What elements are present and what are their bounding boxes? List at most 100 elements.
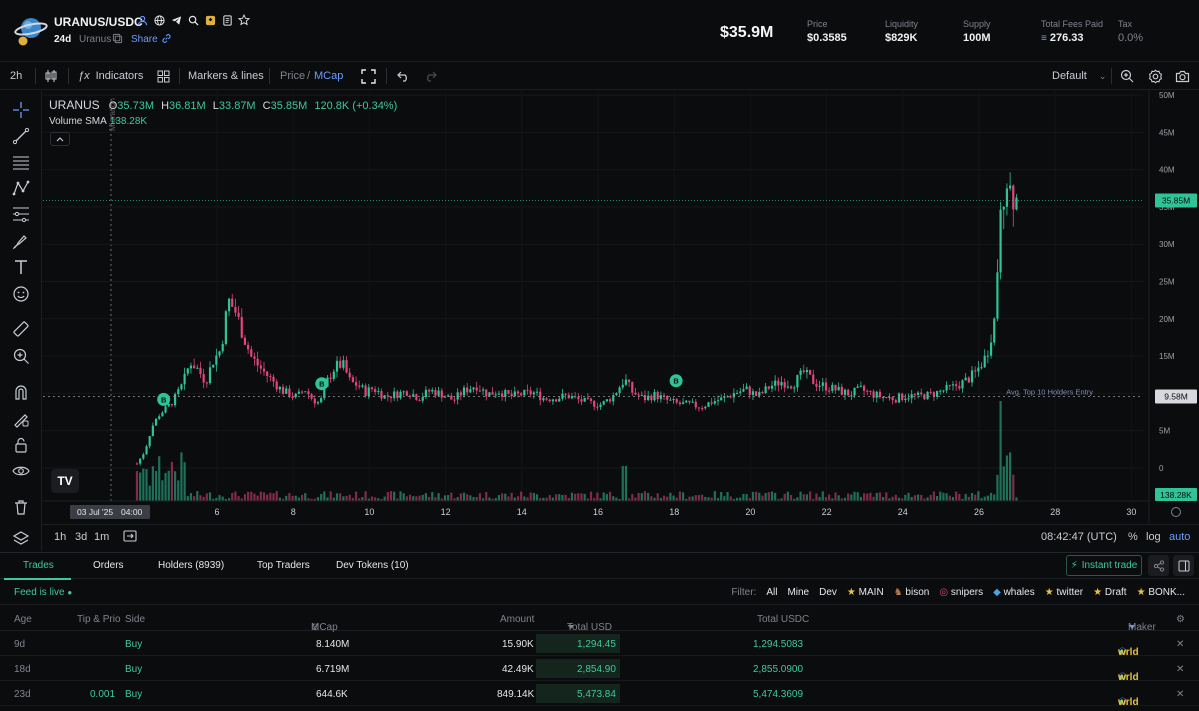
copy-icon[interactable]: [112, 33, 123, 44]
utc-clock[interactable]: 08:42:47 (UTC): [1041, 531, 1117, 543]
tab-dev-tokens[interactable]: Dev Tokens (10): [336, 560, 409, 571]
volume-bar: [907, 492, 910, 501]
star-icon[interactable]: [238, 14, 250, 26]
zoom-in-icon[interactable]: [11, 346, 31, 366]
layouts-icon[interactable]: [157, 62, 170, 90]
telegram-icon[interactable]: [170, 14, 182, 26]
tab-orders[interactable]: Orders: [93, 560, 124, 571]
eye-icon[interactable]: [11, 461, 31, 481]
magnet-icon[interactable]: [11, 382, 31, 402]
col-age[interactable]: Age: [14, 614, 32, 625]
close-icon[interactable]: ✕: [1176, 639, 1184, 650]
volume-bar: [466, 494, 469, 501]
globe-icon[interactable]: [153, 14, 165, 26]
trash-icon[interactable]: [11, 497, 31, 517]
candle-body: [377, 391, 380, 393]
log-toggle[interactable]: log: [1146, 531, 1161, 543]
candle-body: [437, 390, 440, 396]
date-range-icon[interactable]: [123, 529, 137, 546]
tab-top-traders[interactable]: Top Traders: [257, 560, 310, 571]
binance-icon[interactable]: [204, 14, 216, 26]
star-icon: ★: [846, 587, 856, 598]
volume-bar: [767, 492, 770, 501]
candle-body: [850, 395, 853, 397]
horizontal-lines-icon[interactable]: [11, 152, 31, 172]
volume-bar: [704, 496, 707, 501]
lock-icon[interactable]: [11, 435, 31, 455]
ruler-icon[interactable]: [11, 319, 31, 339]
candle-body: [748, 386, 751, 395]
instant-trade-button[interactable]: ⚡ Instant trade: [1066, 555, 1142, 576]
candle-body: [847, 389, 850, 396]
price-chart[interactable]: Migration 50M45M40M35M30M25M20M15M10M5M0…: [43, 91, 1199, 523]
layers-icon[interactable]: [11, 529, 31, 549]
filter-main[interactable]: ★ MAIN: [847, 587, 884, 598]
table-row[interactable]: 9d Buy 8.140M 15.90K 1,294.45 1,294.5083…: [0, 631, 1199, 658]
user-icon[interactable]: [136, 14, 148, 26]
volume-bar: [399, 491, 402, 501]
col-amount[interactable]: Amount: [500, 614, 534, 625]
table-row[interactable]: 18d Buy 6.719M 42.49K 2,854.90 2,855.090…: [0, 656, 1199, 683]
share-link[interactable]: Share: [131, 34, 158, 45]
timeframe-3d[interactable]: 3d: [75, 531, 87, 543]
camera-icon[interactable]: [1175, 62, 1190, 90]
percent-toggle[interactable]: %: [1128, 531, 1138, 543]
tab-trades[interactable]: Trades: [23, 560, 54, 571]
fib-retracement-icon[interactable]: [11, 204, 31, 224]
candle-body: [755, 391, 758, 396]
share-nodes-icon[interactable]: [1148, 555, 1169, 576]
table-row[interactable]: 23d 0.001 Buy 644.6K 849.14K 5,473.84 5,…: [0, 681, 1199, 708]
buy-marker-label: B: [319, 380, 325, 389]
crosshair-icon[interactable]: [11, 100, 31, 120]
price-toggle[interactable]: Price: [280, 62, 305, 90]
filter-twitter[interactable]: ★ twitter: [1045, 587, 1083, 598]
col-total-usdc[interactable]: Total USDC: [757, 614, 809, 625]
layout-select[interactable]: Default ⌄: [1052, 62, 1106, 90]
panel-toggle-icon[interactable]: [1173, 555, 1194, 576]
filter-bison[interactable]: ♞ bison: [894, 587, 930, 598]
auto-toggle[interactable]: auto: [1169, 531, 1190, 543]
candle-body: [478, 390, 481, 392]
close-icon[interactable]: ✕: [1176, 689, 1184, 700]
filter-bonk[interactable]: ★ BONK...: [1137, 587, 1185, 598]
volume-bar: [532, 492, 535, 501]
emoji-icon[interactable]: [11, 284, 31, 304]
close-icon[interactable]: ✕: [1176, 664, 1184, 675]
search-icon[interactable]: [187, 14, 199, 26]
interval-button[interactable]: 2h: [10, 62, 22, 90]
stat-value-fees: ≡ 276.33: [1041, 32, 1103, 44]
brush-icon[interactable]: [11, 231, 31, 251]
fullscreen-icon[interactable]: [361, 62, 376, 90]
zoom-search-icon[interactable]: [1120, 62, 1134, 90]
document-icon[interactable]: [221, 14, 233, 26]
candle-type-icon[interactable]: [45, 62, 57, 90]
tab-holders[interactable]: Holders (8939): [158, 560, 224, 571]
indicators-button[interactable]: ƒx Indicators: [78, 62, 143, 90]
filter-dev[interactable]: Dev: [819, 587, 837, 598]
filter-snipers[interactable]: ◎ snipers: [939, 587, 983, 598]
text-tool-icon[interactable]: [11, 257, 31, 277]
settings-gear-icon[interactable]: [1148, 62, 1163, 90]
mcap-toggle[interactable]: MCap: [314, 62, 343, 90]
candle-body: [564, 393, 567, 395]
trend-line-icon[interactable]: [11, 126, 31, 146]
timeframe-1h[interactable]: 1h: [54, 531, 66, 543]
col-side[interactable]: Side: [125, 614, 145, 625]
link-icon[interactable]: [161, 33, 172, 44]
col-tip[interactable]: Tip & Prio: [77, 614, 121, 625]
lock-drawing-icon[interactable]: [11, 409, 31, 429]
redo-icon[interactable]: [424, 62, 437, 90]
volume-bar: [742, 493, 745, 501]
filter-mine[interactable]: Mine: [787, 587, 809, 598]
filter-draft[interactable]: ★ Draft: [1093, 587, 1126, 598]
markers-lines-button[interactable]: Markers & lines: [188, 62, 264, 90]
filter-all[interactable]: All: [766, 587, 777, 598]
pattern-icon[interactable]: [11, 178, 31, 198]
candle-body: [345, 360, 348, 373]
collapse-legend-button[interactable]: [50, 132, 70, 146]
timeframe-1m[interactable]: 1m: [94, 531, 109, 543]
undo-icon[interactable]: [397, 62, 410, 90]
settings-gear-icon[interactable]: ⚙: [1176, 614, 1185, 625]
candle-body: [313, 398, 316, 404]
filter-whales[interactable]: ◆ whales: [993, 587, 1035, 598]
